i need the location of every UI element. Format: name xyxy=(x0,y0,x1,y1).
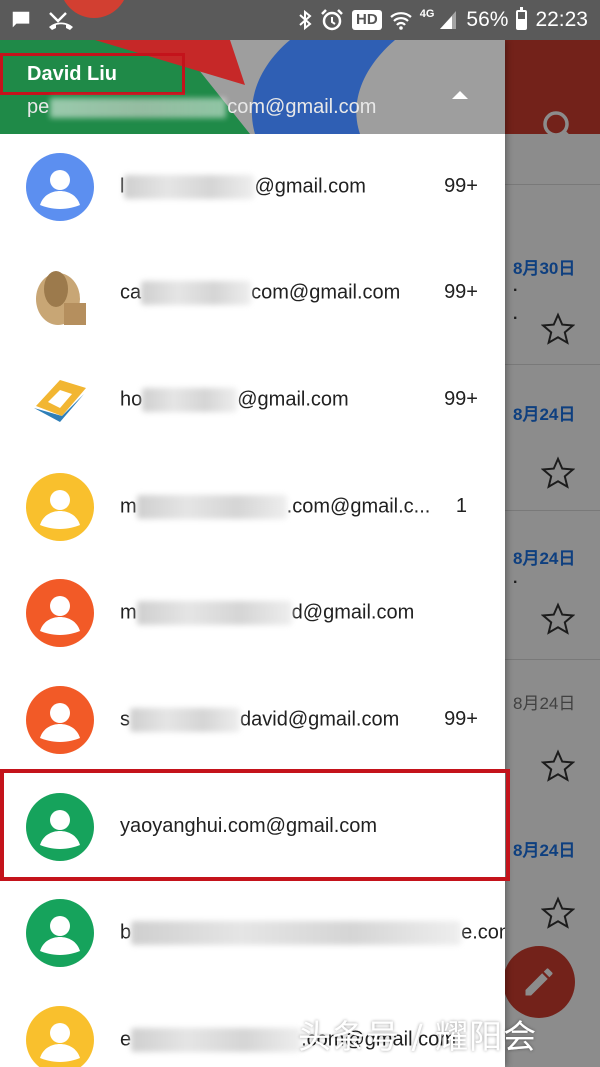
account-row[interactable]: l @gmail.com 99+ xyxy=(0,134,505,240)
navigation-drawer: David Liu pe com@gmail.com l @gmail.com 99+… xyxy=(0,40,505,1067)
redacted-text xyxy=(131,921,462,945)
drawer-header[interactable]: David Liu pe com@gmail.com xyxy=(0,40,505,134)
default-avatar-icon xyxy=(26,153,94,221)
redacted-text xyxy=(136,601,292,625)
account-row[interactable]: s david@gmail.com 99+ xyxy=(0,667,505,773)
account-email: ho @gmail.com xyxy=(120,388,349,412)
redacted-text xyxy=(131,1028,302,1052)
account-email: m d@gmail.com xyxy=(120,601,415,625)
account-email: be.com... xyxy=(120,921,505,945)
redacted-text xyxy=(142,388,238,412)
selected-account-highlight xyxy=(0,769,510,881)
account-email: m .com@gmail.c... xyxy=(120,495,431,519)
wifi-icon xyxy=(389,12,412,30)
unread-count: 99+ xyxy=(444,281,478,303)
account-row[interactable]: m d@gmail.com xyxy=(0,560,505,666)
redacted-text xyxy=(124,175,255,199)
watermark: 头条号 / 耀阳会 xyxy=(298,1017,538,1056)
message-icon xyxy=(12,11,30,28)
redacted-text xyxy=(141,281,252,305)
default-avatar-icon xyxy=(26,473,94,541)
battery-icon xyxy=(516,7,528,30)
redacted-text xyxy=(50,97,227,118)
redacted-text xyxy=(130,708,240,732)
redacted-text xyxy=(136,495,287,519)
default-avatar-icon xyxy=(26,899,94,967)
account-row[interactable]: ho @gmail.com 99+ xyxy=(0,347,505,453)
missed-call-icon xyxy=(49,12,73,30)
account-row[interactable]: be.com... xyxy=(0,880,505,986)
account-switcher-arrow-icon[interactable] xyxy=(448,85,472,101)
account-name: David Liu xyxy=(27,63,118,85)
account-email: s david@gmail.com xyxy=(120,708,400,732)
default-avatar-icon xyxy=(26,579,94,647)
unread-count: 1 xyxy=(455,495,467,517)
account-email: ca com@gmail.com xyxy=(120,281,401,305)
account-email: pe com@gmail.com xyxy=(27,96,377,118)
battery-percent: 56% xyxy=(466,8,509,31)
logo-avatar xyxy=(26,366,94,434)
bluetooth-icon xyxy=(299,9,312,31)
alarm-icon xyxy=(321,9,343,31)
hd-voice-badge: HD xyxy=(352,10,382,30)
unread-count: 99+ xyxy=(444,708,478,730)
default-avatar-icon xyxy=(26,1006,94,1067)
signal-icon xyxy=(440,11,457,29)
default-avatar-icon xyxy=(26,686,94,754)
unread-count: 99+ xyxy=(444,388,478,410)
account-row[interactable]: m .com@gmail.c... 1 xyxy=(0,454,505,560)
unread-count: 99+ xyxy=(444,175,478,197)
network-type: 4G xyxy=(419,8,435,20)
account-email: l @gmail.com xyxy=(120,175,366,199)
account-row[interactable]: ca com@gmail.com 99+ xyxy=(0,240,505,346)
photo-avatar xyxy=(26,259,94,327)
clock: 22:23 xyxy=(535,8,588,31)
